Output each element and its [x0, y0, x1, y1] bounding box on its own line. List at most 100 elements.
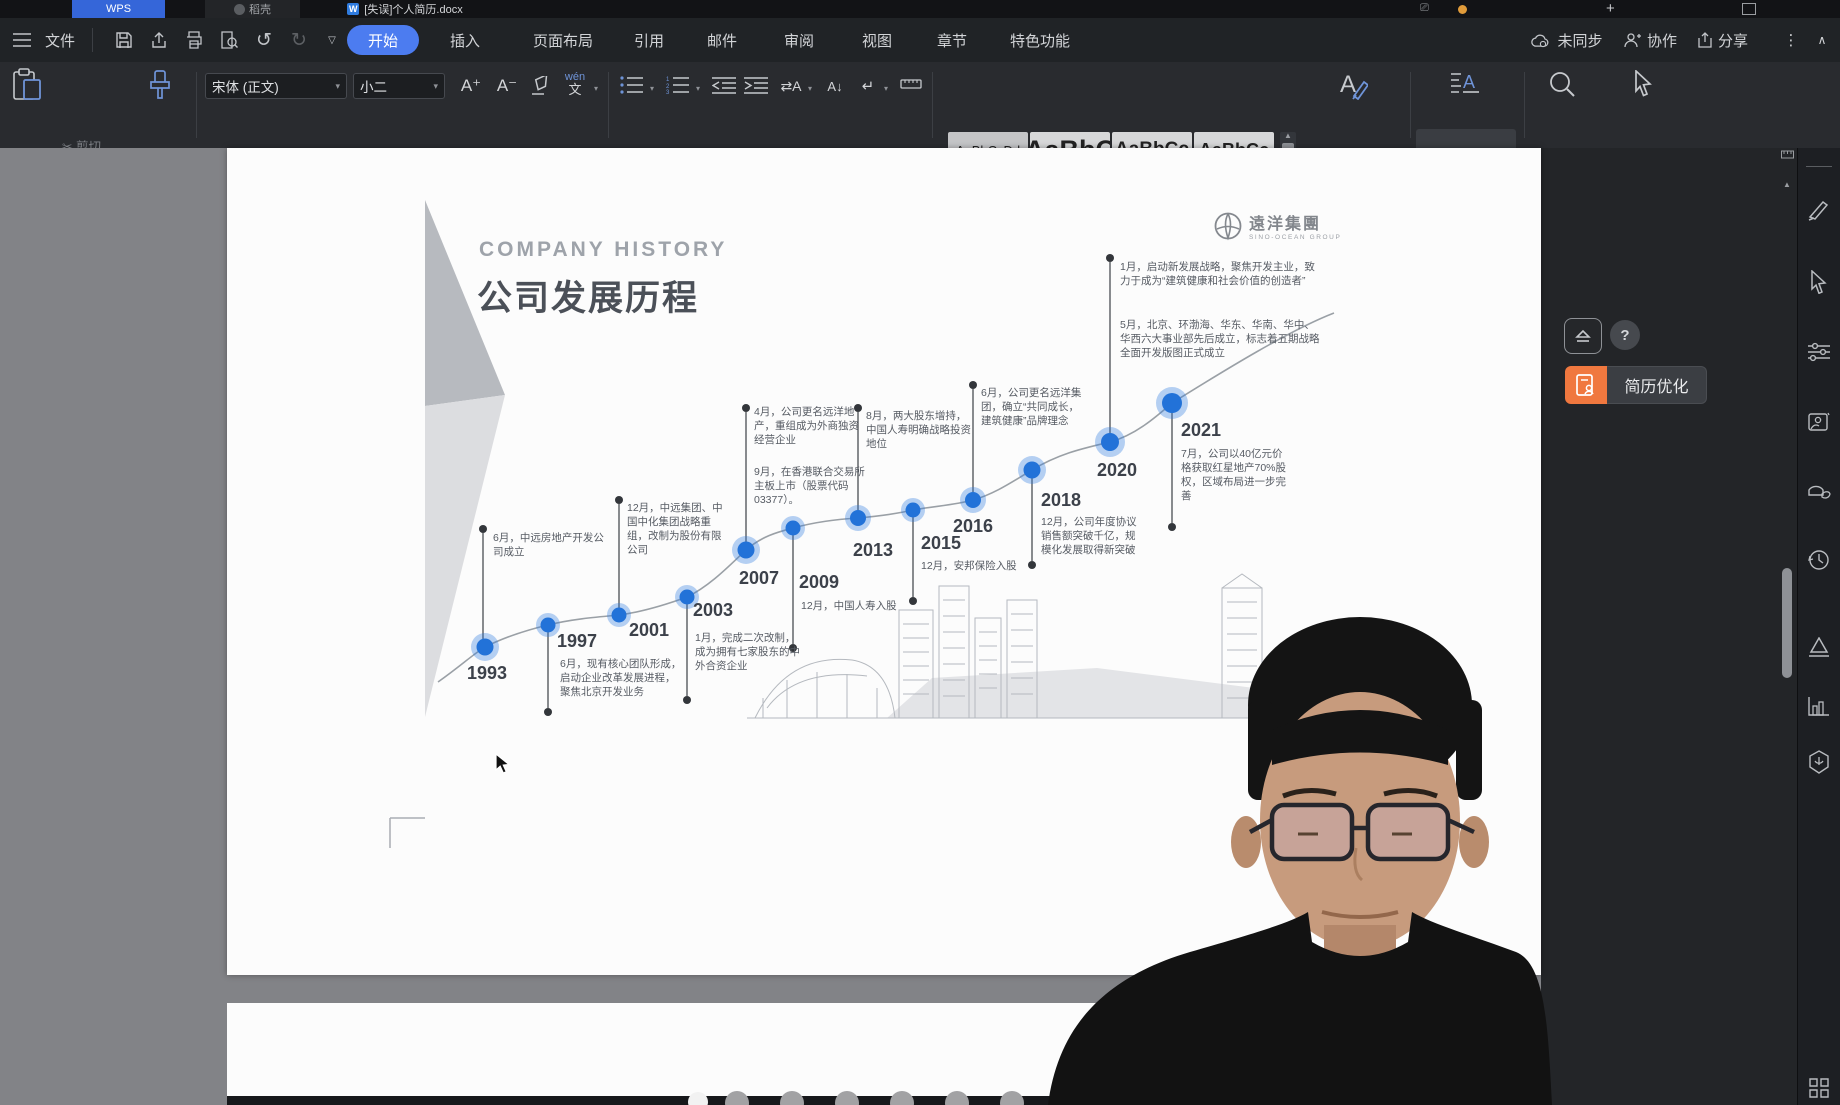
event-note-1: 1月，启动新发展战略，聚焦开发主业，致力于成为“建筑健康和社会价值的创造者”	[1120, 260, 1325, 288]
collapse-ribbon-icon[interactable]: ∧	[1812, 18, 1832, 62]
docer-icon	[234, 4, 245, 15]
wps-writer-window: WPS 稻壳 W [失误]个人简历.docx ⎚ + 文件	[0, 0, 1840, 1105]
year-2020: 2020	[1097, 460, 1137, 481]
docx-file-icon: W	[347, 3, 359, 15]
window-widget-icon[interactable]	[1742, 3, 1756, 15]
undo-icon[interactable]: ↺	[252, 28, 276, 52]
annotate-pen-icon[interactable]	[1807, 198, 1831, 222]
collaborate-icon	[1620, 28, 1644, 52]
ribbon-tab-home[interactable]: 开始	[347, 25, 419, 55]
year-1997: 1997	[557, 631, 597, 652]
history-clock-icon[interactable]	[1807, 548, 1831, 572]
ribbon-tab-review[interactable]: 审阅	[781, 18, 817, 62]
wordart-icon[interactable]	[1807, 636, 1831, 660]
right-canvas-area	[1541, 148, 1840, 1105]
sino-ocean-logo-icon	[1213, 211, 1243, 241]
recording-dot-icon	[1458, 5, 1467, 14]
find-replace-icon[interactable]	[1548, 70, 1576, 98]
event-2009: 12月，中国人寿入股	[801, 600, 901, 614]
redo-icon[interactable]: ↻	[287, 28, 311, 52]
shirt	[1048, 912, 1552, 1105]
print-preview-icon[interactable]	[217, 28, 241, 52]
svg-text:1: 1	[666, 77, 670, 83]
event-2021: 7月，公司以40亿元价格获取红星地产70%股权，区域布局进一步完善	[1181, 448, 1293, 503]
svg-text:A: A	[1340, 71, 1356, 98]
text-direction-button[interactable]: ⇄A	[778, 74, 804, 98]
ribbon-toolbar: 粘贴▾ ✂ 剪切 ⧉ 复制 格式刷 宋体 (正文)▾ 小二▾ A⁺ A⁻ wén…	[0, 62, 1840, 149]
docer-resource-icon[interactable]	[1807, 480, 1831, 504]
print-icon[interactable]	[182, 28, 206, 52]
text-tools-icon[interactable]: A	[1450, 70, 1480, 98]
year-2001: 2001	[629, 620, 669, 641]
numbered-list-icon[interactable]: 123	[666, 76, 690, 94]
window-tab-bar: WPS 稻壳 W [失误]个人简历.docx ⎚ +	[0, 0, 1840, 18]
increase-font-button[interactable]: A⁺	[458, 74, 484, 98]
clear-format-icon[interactable]	[530, 76, 552, 96]
year-2021: 2021	[1181, 420, 1221, 441]
decrease-indent-icon[interactable]	[712, 76, 736, 94]
new-style-icon[interactable]: A	[1340, 70, 1368, 100]
adjust-sliders-icon[interactable]	[1807, 340, 1831, 364]
event-note-2: 5月，北京、环渤海、华东、华南、华中、华西六大事业部先后成立，标志着五期战略全面…	[1120, 318, 1325, 361]
font-size-combo[interactable]: 小二▾	[353, 73, 445, 99]
ear	[1231, 816, 1261, 868]
decrease-font-button[interactable]: A⁻	[494, 74, 520, 98]
sort-button[interactable]: A↓	[822, 74, 848, 98]
document-canvas: COMPANY HISTORY 公司发展历程 遠洋集團 SINO-OCEAN G…	[0, 148, 1840, 1105]
resume-optimize-button[interactable]: 简历优化	[1565, 366, 1707, 404]
ribbon-tab-features[interactable]: 特色功能	[1004, 18, 1076, 62]
ribbon-tab-mailings[interactable]: 邮件	[704, 18, 740, 62]
save-icon[interactable]	[112, 28, 136, 52]
year-1993: 1993	[467, 663, 507, 684]
eject-button[interactable]	[1564, 318, 1602, 354]
quickbar-dropdown-icon[interactable]: ▽	[320, 28, 344, 52]
chart-icon[interactable]	[1807, 694, 1831, 718]
ribbon-tab-pagelayout[interactable]: 页面布局	[528, 18, 598, 62]
export-icon[interactable]	[147, 28, 171, 52]
event-1993: 6月，中远房地产开发公司成立	[493, 532, 605, 560]
ribbon-tab-insert[interactable]: 插入	[447, 18, 483, 62]
select-tool-icon[interactable]	[1807, 270, 1831, 294]
format-painter-icon[interactable]	[148, 70, 172, 100]
ribbon-tab-sections[interactable]: 章节	[934, 18, 970, 62]
phonetic-guide-button[interactable]: wén文	[560, 72, 590, 96]
plugin-leaf-icon[interactable]	[1807, 750, 1831, 774]
paste-icon[interactable]	[12, 68, 42, 102]
ruler-toggle-icon[interactable]	[1780, 148, 1794, 178]
new-tab-button[interactable]: +	[1606, 0, 1615, 17]
menu-file[interactable]: 文件	[43, 18, 77, 62]
tab-wps-home[interactable]: WPS	[72, 0, 165, 18]
apps-grid-icon[interactable]	[1807, 1076, 1831, 1100]
collaborate-button[interactable]: 协作	[1645, 18, 1679, 62]
year-2009: 2009	[799, 572, 839, 593]
ear	[1459, 816, 1489, 868]
resume-doc-icon	[1565, 366, 1607, 404]
event-2016: 6月，公司更名远洋集团，确立“共同成长，建筑健康”品牌理念	[981, 387, 1085, 429]
year-2013: 2013	[853, 540, 893, 561]
help-button[interactable]: ?	[1610, 320, 1640, 350]
event-2003: 1月，完成二次改制，成为拥有七家股东的中外合资企业	[695, 632, 805, 674]
ribbon-tab-references[interactable]: 引用	[631, 18, 667, 62]
show-marks-button[interactable]: ↵	[856, 74, 880, 98]
company-logo: 遠洋集團 SINO-OCEAN GROUP	[1213, 210, 1341, 241]
increase-indent-icon[interactable]	[744, 76, 768, 94]
event-2015: 12月，安邦保险入股	[921, 560, 1081, 574]
select-cursor-icon[interactable]	[1632, 70, 1654, 98]
tab-document[interactable]: W [失误]个人简历.docx	[300, 0, 510, 18]
share-button[interactable]: 分享	[1716, 18, 1750, 62]
ribbon-tab-view[interactable]: 视图	[859, 18, 895, 62]
progress-dot-active[interactable]	[688, 1092, 708, 1105]
bullet-list-icon[interactable]	[620, 76, 644, 94]
sync-status[interactable]: 未同步	[1556, 18, 1604, 62]
hamburger-menu-icon[interactable]	[10, 28, 34, 52]
cast-screen-icon[interactable]: ⎚	[1420, 2, 1429, 15]
tab-docer[interactable]: 稻壳	[205, 0, 300, 18]
image-tool-icon[interactable]	[1807, 410, 1831, 434]
year-2007: 2007	[739, 568, 779, 589]
ruler-icon[interactable]	[900, 78, 922, 90]
font-name-combo[interactable]: 宋体 (正文)▾	[205, 73, 347, 99]
more-menu-icon[interactable]: ⋮	[1784, 18, 1798, 62]
scroll-up-icon[interactable]: ▲	[1781, 180, 1793, 189]
year-2018: 2018	[1041, 490, 1081, 511]
vertical-scrollbar[interactable]	[1782, 568, 1792, 678]
